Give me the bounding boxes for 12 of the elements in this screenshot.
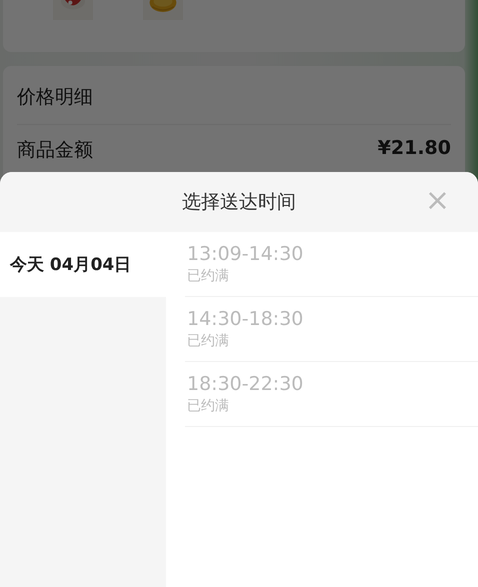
close-button[interactable]: × (424, 186, 450, 216)
slot-time: 13:09-14:30 (187, 243, 304, 265)
slot-time: 14:30-18:30 (187, 308, 304, 330)
price-value: ¥21.80 (378, 137, 451, 161)
date-tab[interactable]: 今天 04月04日 (0, 232, 166, 297)
price-label: 商品金额 (17, 138, 93, 163)
slot-status: 已约满 (187, 267, 230, 285)
section-title: 价格明细 (17, 85, 94, 110)
slot-time: 18:30-22:30 (187, 373, 304, 395)
slot-status: 已约满 (187, 397, 230, 415)
sheet-title: 选择送达时间 (182, 190, 296, 215)
slot-status: 已约满 (187, 332, 230, 350)
